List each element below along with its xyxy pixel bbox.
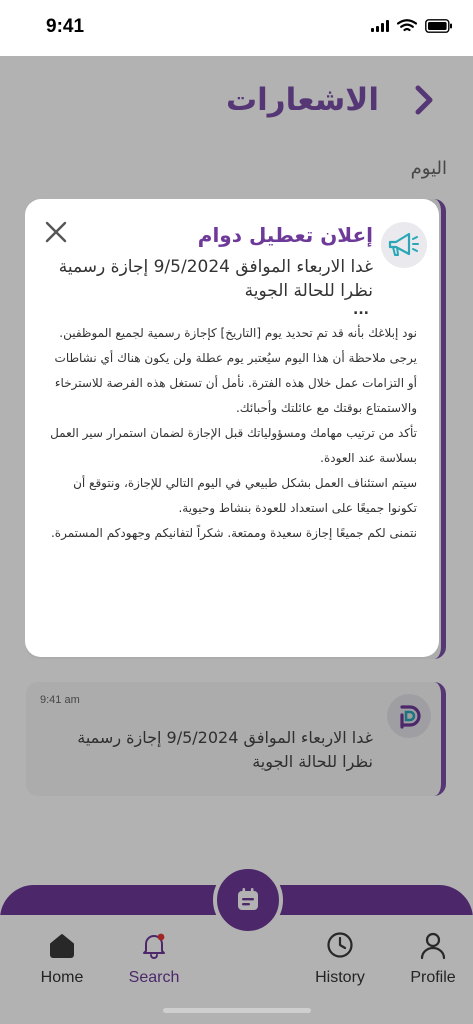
modal-body-paragraph: نتمنى لكم جميعًا إجازة سعيدة وممتعة. شكر… [50, 526, 417, 540]
notification-detail-modal: إعلان تعطيل دوام غدا الاربعاء الموافق 9/… [25, 199, 439, 657]
megaphone-icon [381, 222, 427, 268]
status-icons [371, 19, 453, 33]
status-time: 9:41 [46, 16, 85, 37]
status-bar: 9:41 [0, 0, 473, 56]
modal-title: إعلان تعطيل دوام [197, 223, 373, 247]
modal-body-paragraph: نود إبلاغك بأنه قد تم تحديد يوم [التاريخ… [54, 326, 417, 415]
modal-body-paragraph: تأكد من ترتيب مهامك ومسؤولياتك قبل الإجا… [50, 426, 417, 465]
close-icon[interactable] [43, 219, 69, 245]
modal-ellipsis: ... [353, 302, 369, 318]
modal-body-paragraph: سيتم استئناف العمل بشكل طبيعي في اليوم ا… [73, 476, 417, 515]
home-indicator [163, 1008, 311, 1013]
modal-subtitle: غدا الاربعاء الموافق 9/5/2024 إجازة رسمي… [58, 257, 373, 301]
battery-icon [425, 19, 452, 33]
modal-body: نود إبلاغك بأنه قد تم تحديد يوم [التاريخ… [45, 321, 417, 546]
cellular-signal-icon [371, 20, 389, 32]
wifi-icon [397, 19, 417, 32]
